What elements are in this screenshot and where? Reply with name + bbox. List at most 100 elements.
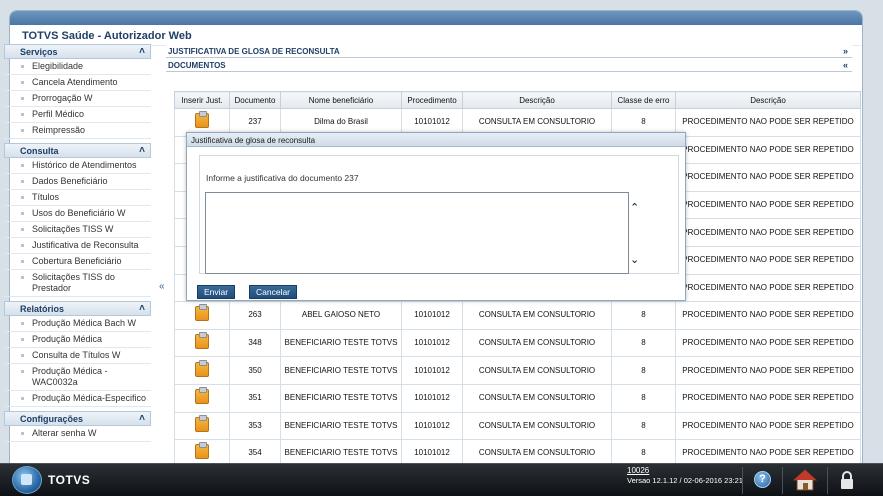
table-cell: 10101012 [401,383,463,413]
column-header[interactable]: Descrição [675,91,861,109]
collapse-arrow-icon[interactable]: « [843,60,848,70]
insert-justification-cell[interactable] [174,411,230,441]
table-row[interactable]: 353 BENEFICIARIO TESTE TOTVS 10101012 CONSU… [174,411,861,441]
version-id-link[interactable]: 10026 [627,466,649,475]
home-icon[interactable] [793,469,817,491]
taskbar-divider [827,467,828,494]
sidebar-group-header[interactable]: Serviços ˄ [4,44,151,59]
help-icon[interactable]: ? [754,471,771,488]
bullet-icon [21,129,24,132]
sidebar-item[interactable]: Produção Médica-Especifico [4,391,151,407]
sidebar-group-header[interactable]: Consulta ˄ [4,143,151,158]
sidebar-group-header[interactable]: Configurações ˄ [4,411,151,426]
bullet-icon [21,338,24,341]
sidebar-item[interactable]: Prorrogação W [4,91,151,107]
column-header[interactable]: Descrição [462,91,612,109]
send-button[interactable]: Enviar [197,285,236,299]
clipboard-icon[interactable] [195,442,209,460]
sidebar-group: Serviços ˄ Elegibilidade Cancela Atendiment… [4,44,151,139]
table-cell: 348 [229,328,281,358]
bullet-icon [21,397,24,400]
bullet-icon [21,113,24,116]
insert-justification-cell[interactable] [174,328,230,358]
sidebar-group-title: Serviços [20,47,58,57]
sidebar-item[interactable]: Dados Beneficiário [4,174,151,190]
sidebar-item[interactable]: Títulos [4,190,151,206]
sidebar-group-title: Configurações [20,414,84,424]
lock-icon[interactable] [839,470,855,490]
column-header[interactable]: Inserir Just. [174,91,230,109]
cancel-button[interactable]: Cancelar [249,285,298,299]
sidebar-item[interactable]: Solicitações TISS W [4,222,151,238]
bullet-icon [21,65,24,68]
table-cell: 10101012 [401,301,463,330]
table-cell: PROCEDIMENTO NAO PODE SER REPETIDO [675,273,861,303]
table-cell: PROCEDIMENTO NAO PODE SER REPETIDO [675,218,861,247]
sidebar-item[interactable]: Solicitações TISS do Prestador [4,270,151,297]
table-row[interactable]: 351 BENEFICIARIO TESTE TOTVS 10101012 CONSU… [174,383,861,413]
chevron-up-icon[interactable]: ˄ [139,413,145,424]
scroll-down-icon[interactable]: ⌄ [630,253,639,266]
column-header[interactable]: Procedimento [401,91,463,109]
column-header[interactable]: Documento [229,91,281,109]
clipboard-icon[interactable] [195,414,209,432]
sidebar-group-title: Relatórios [20,304,65,314]
sidebar-item[interactable]: Alterar senha W [4,426,151,442]
sidebar-item[interactable]: Produção Médica - WAC0032a [4,364,151,391]
dialog-prompt: Informe a justificativa do documento 237 [206,173,359,183]
sidebar-item[interactable]: Histórico de Atendimentos [4,158,151,174]
insert-justification-cell[interactable] [174,383,230,413]
sidebar-item[interactable]: Cobertura Beneficiário [4,254,151,270]
section-documentos[interactable]: DOCUMENTOS « [166,58,852,72]
chevron-up-icon[interactable]: ˄ [139,46,145,57]
column-header[interactable]: Nome beneficiário [280,91,402,109]
insert-justification-cell[interactable] [174,356,230,385]
sidebar-collapse-button[interactable]: « [159,281,165,292]
window-top-bar [10,11,862,25]
expand-arrow-icon[interactable]: » [843,46,848,56]
table-row[interactable]: 350 BENEFICIARIO TESTE TOTVS 10101012 CONSU… [174,356,861,385]
sidebar-group-header[interactable]: Relatórios ˄ [4,301,151,316]
table-cell: 8 [611,356,676,385]
clipboard-icon[interactable] [195,111,209,129]
column-header[interactable]: Classe de erro [611,91,676,109]
chevron-up-icon[interactable]: ˄ [139,303,145,314]
table-cell: 8 [611,328,676,358]
app-title: TOTVS Saúde - Autorizador Web [11,26,861,46]
table-cell: 351 [229,383,281,413]
chevron-up-icon[interactable]: ˄ [139,145,145,156]
sidebar-item-label: Produção Médica - WAC0032a [32,366,108,387]
sidebar-item[interactable]: Produção Médica Bach W [4,316,151,332]
table-cell: BENEFICIARIO TESTE TOTVS [280,356,402,385]
sidebar: Serviços ˄ Elegibilidade Cancela Atendiment… [4,44,151,459]
clipboard-icon[interactable] [195,387,209,405]
section-justificativa[interactable]: JUSTIFICATIVA DE GLOSA DE RECONSULTA » [166,44,852,58]
sidebar-item-label: Justificativa de Reconsulta [32,240,139,250]
sidebar-item[interactable]: Usos do Beneficiário W [4,206,151,222]
sidebar-item[interactable]: Consulta de Títulos W [4,348,151,364]
sidebar-item[interactable]: Produção Médica [4,332,151,348]
clipboard-icon[interactable] [195,359,209,377]
scroll-up-icon[interactable]: ⌃ [630,201,639,214]
insert-justification-cell[interactable] [174,301,230,330]
table-row[interactable]: 348 BENEFICIARIO TESTE TOTVS 10101012 CONSU… [174,328,861,358]
table-cell: PROCEDIMENTO NAO PODE SER REPETIDO [675,328,861,358]
dialog-body: Informe a justificativa do documento 237… [199,155,679,274]
sidebar-item-label: Produção Médica [32,334,103,344]
taskbar-divider [782,467,783,494]
sidebar-item-label: Dados Beneficiário [32,176,108,186]
sidebar-item[interactable]: Reimpressão [4,123,151,139]
sidebar-item-label: Alterar senha W [32,428,97,438]
clipboard-icon[interactable] [195,304,209,322]
taskbar-divider [742,467,743,494]
table-cell: BENEFICIARIO TESTE TOTVS [280,411,402,441]
sidebar-item[interactable]: Elegibilidade [4,59,151,75]
justification-textarea[interactable] [205,192,629,274]
sidebar-item[interactable]: Perfil Médico [4,107,151,123]
sidebar-item[interactable]: Justificativa de Reconsulta [4,238,151,254]
table-row[interactable]: 263 ABEL GAIOSO NETO 10101012 CONSULTA EM C… [174,301,861,330]
sidebar-item[interactable]: Cancela Atendimento [4,75,151,91]
totvs-logo-icon[interactable] [12,466,42,494]
table-cell: CONSULTA EM CONSULTORIO [462,411,612,441]
clipboard-icon[interactable] [195,332,209,350]
